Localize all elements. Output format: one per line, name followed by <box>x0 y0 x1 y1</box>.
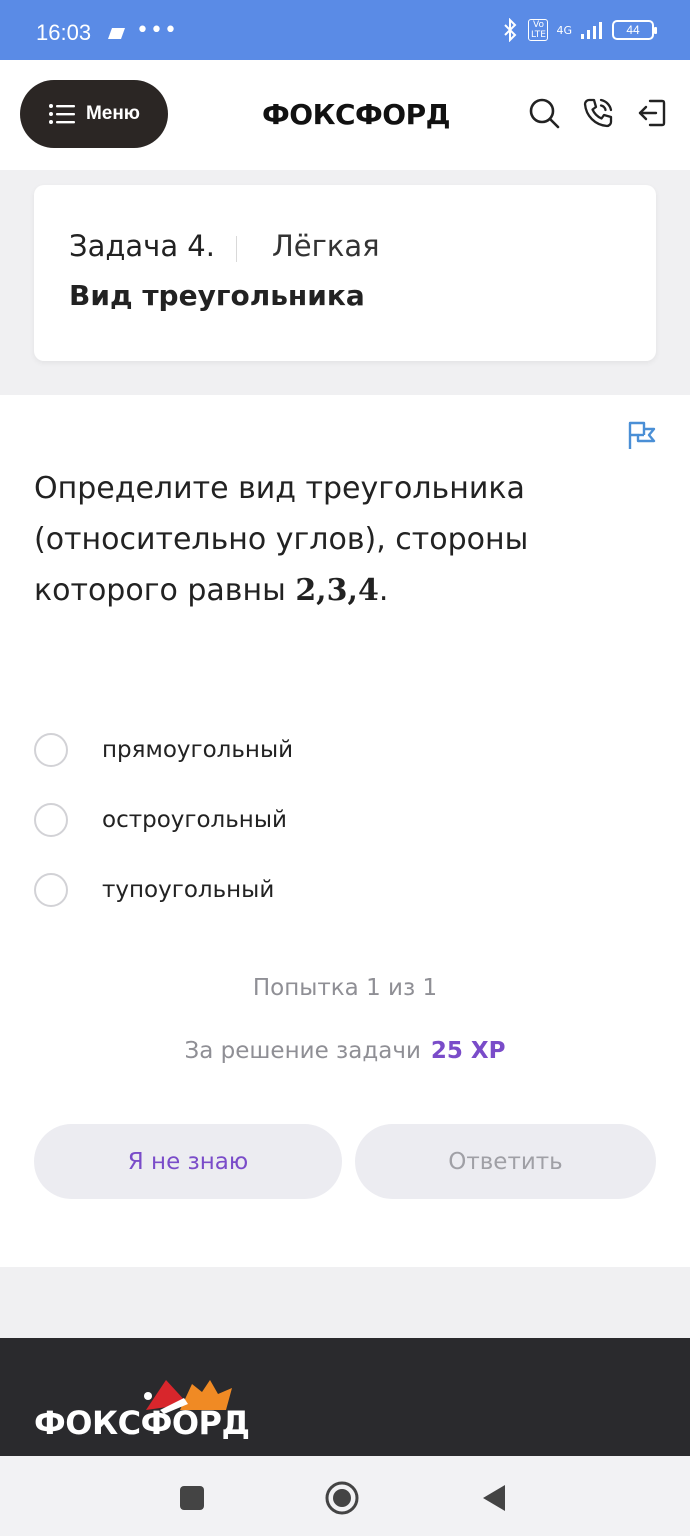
radio-button[interactable] <box>34 803 68 837</box>
cloud-icon <box>108 28 125 39</box>
task-number: Задача 4. <box>69 229 215 263</box>
option-label[interactable]: тупоугольный <box>102 877 274 903</box>
task-level: Лёгкая <box>272 229 380 263</box>
battery-icon: 44 <box>612 20 657 40</box>
attempt-counter: Попытка 1 из 1 <box>252 975 438 1001</box>
dont-know-button[interactable]: Я не знаю <box>34 1124 342 1199</box>
signal-icon <box>581 22 602 39</box>
status-indicators: Vo LTE 4G 44 <box>500 18 657 42</box>
radio-button[interactable] <box>34 733 68 767</box>
question-text: Определите вид треугольника (относительн… <box>34 463 664 616</box>
menu-icon <box>48 104 75 124</box>
app-header: Меню ФОКСФОРД <box>0 60 690 170</box>
task-title: Вид треугольника <box>69 279 365 312</box>
status-time: 16:03 <box>36 20 92 45</box>
task-header-area: Задача 4. Лёгкая Вид треугольника <box>0 170 690 395</box>
back-icon[interactable] <box>476 1480 512 1516</box>
xp-value: 25 XP <box>430 1038 506 1064</box>
divider <box>236 236 237 262</box>
option-obtuse[interactable]: тупоугольный <box>34 855 634 925</box>
network-type: 4G <box>556 23 572 37</box>
task-card: Задача 4. Лёгкая Вид треугольника <box>34 185 656 361</box>
question-body: Определите вид треугольника (относительн… <box>34 471 529 608</box>
recent-apps-icon[interactable] <box>174 1480 210 1516</box>
radio-button[interactable] <box>34 873 68 907</box>
battery-level: 44 <box>626 23 640 37</box>
volte-indicator: Vo LTE <box>528 19 549 41</box>
status-bar: 16:03 ••• Vo LTE 4G 44 <box>0 0 690 60</box>
phone-icon[interactable] <box>581 96 615 130</box>
search-icon[interactable] <box>527 96 561 130</box>
logout-icon[interactable] <box>635 96 669 130</box>
option-label[interactable]: прямоугольный <box>102 737 293 763</box>
home-icon[interactable] <box>324 1480 360 1516</box>
question-math: 2,3,4 <box>295 573 379 608</box>
system-nav-bar <box>0 1456 690 1536</box>
bluetooth-icon <box>504 18 517 42</box>
status-dots: ••• <box>136 18 178 43</box>
answer-button[interactable]: Ответить <box>355 1124 656 1199</box>
answer-options: прямоугольный остроугольный тупоугольный <box>34 715 634 925</box>
menu-label: Меню <box>85 103 141 124</box>
reward-text: За решение задачи <box>184 1038 421 1064</box>
footer-logo[interactable]: ФОКСФОРД <box>34 1404 250 1442</box>
option-acute[interactable]: остроугольный <box>34 785 634 855</box>
menu-button[interactable]: Меню <box>20 80 168 148</box>
brand-logo[interactable]: ФОКСФОРД <box>262 98 451 131</box>
footer: ФОКСФОРД <box>0 1338 690 1456</box>
option-right[interactable]: прямоугольный <box>34 715 634 785</box>
task-content: Определите вид треугольника (относительн… <box>0 395 690 1267</box>
report-flag-icon[interactable] <box>626 419 658 451</box>
reward-info: За решение задачи 25 XP <box>0 1038 690 1064</box>
option-label[interactable]: остроугольный <box>102 807 287 833</box>
question-end: . <box>378 573 389 608</box>
